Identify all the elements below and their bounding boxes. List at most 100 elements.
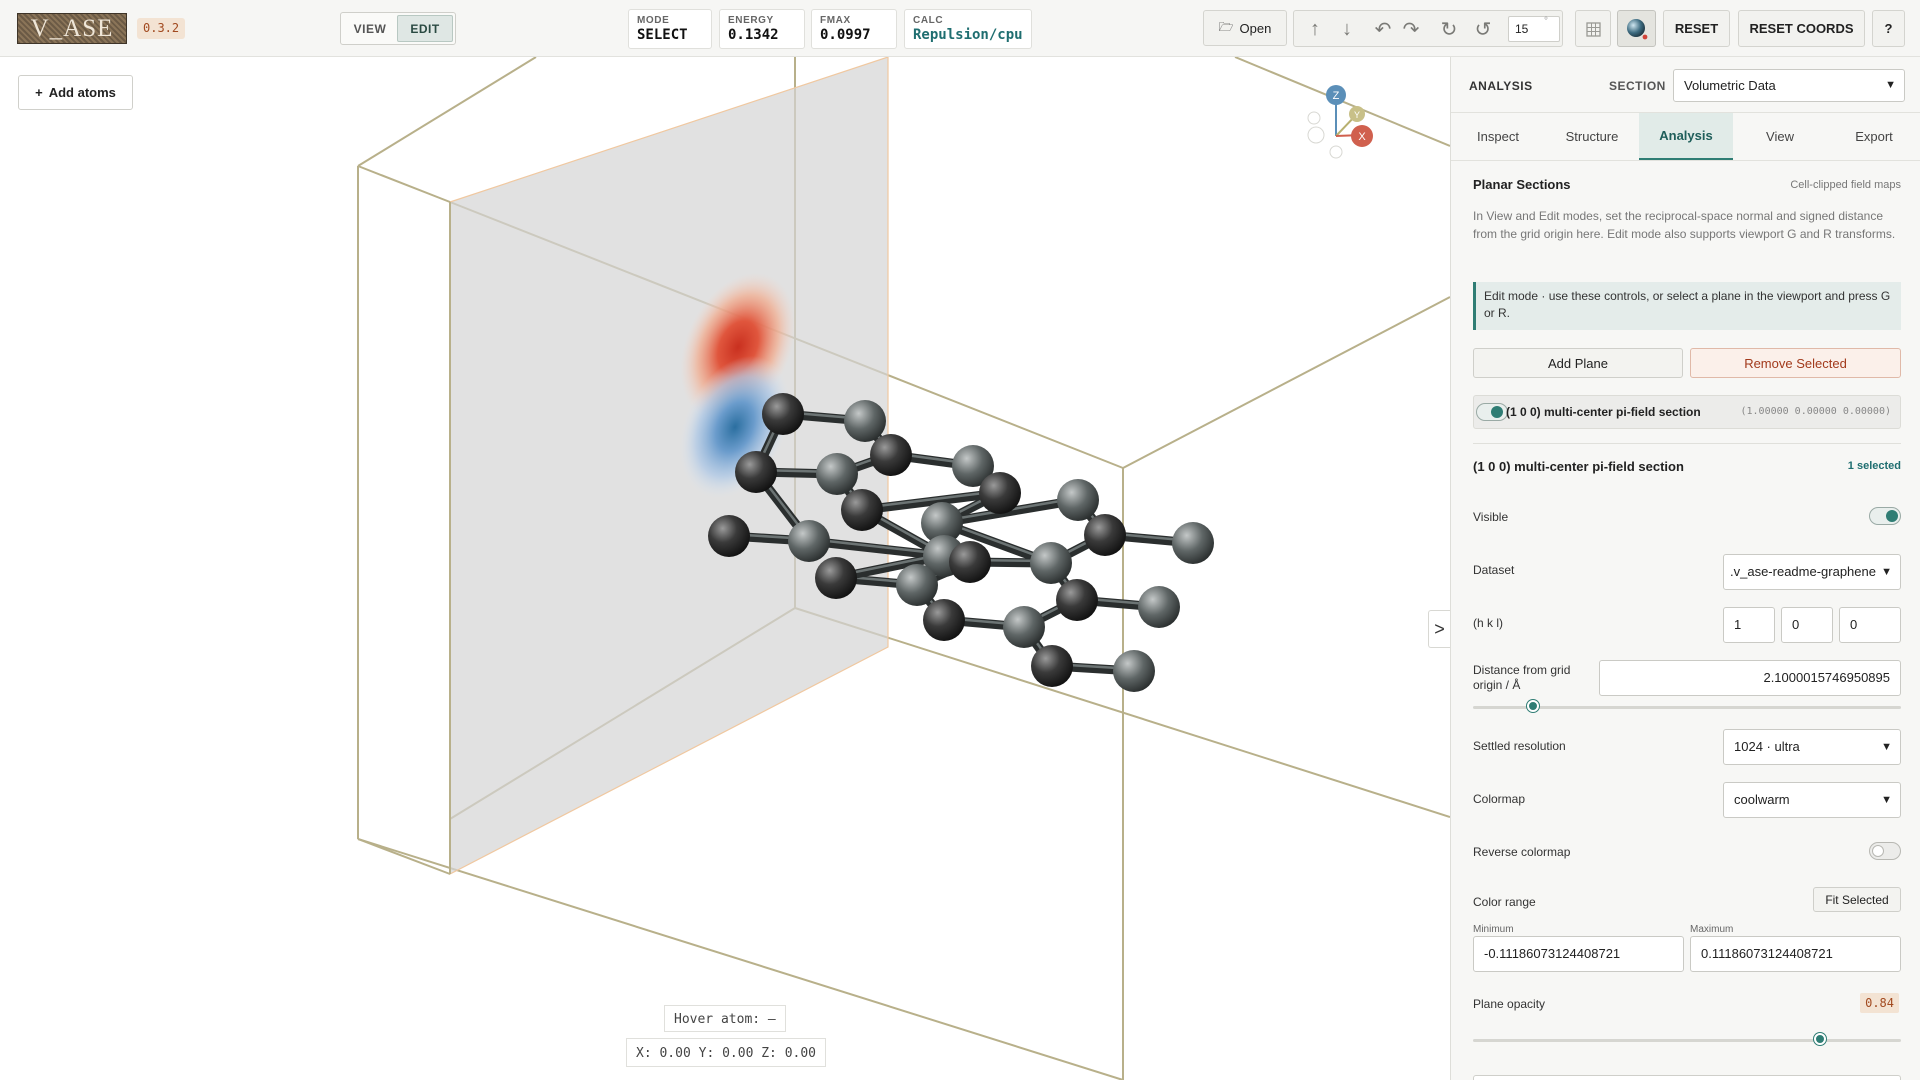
plane-opacity-value: 0.84 bbox=[1860, 993, 1899, 1013]
carbon-atom[interactable] bbox=[979, 472, 1021, 514]
tab-structure[interactable]: Structure bbox=[1545, 113, 1639, 160]
fit-selected-button[interactable]: Fit Selected bbox=[1813, 887, 1901, 912]
carbon-atom[interactable] bbox=[1003, 606, 1045, 648]
carbon-atom[interactable] bbox=[949, 541, 991, 583]
tab-export[interactable]: Export bbox=[1827, 113, 1920, 160]
section-title: Planar Sections bbox=[1473, 177, 1571, 192]
carbon-atom[interactable] bbox=[708, 515, 750, 557]
svg-text:X: X bbox=[1358, 131, 1366, 143]
reverse-colormap-toggle[interactable] bbox=[1869, 842, 1901, 860]
top-bar: V_ASE 0.3.2 VIEW EDIT MODE SELECT ENERGY… bbox=[0, 0, 1920, 57]
edit-mode-button[interactable]: EDIT bbox=[397, 15, 453, 42]
carbon-atom[interactable] bbox=[896, 564, 938, 606]
plane-list-item[interactable]: (1 0 0) multi-center pi-field section (1… bbox=[1473, 395, 1901, 429]
reset-button[interactable]: RESET bbox=[1663, 10, 1730, 47]
mode-stat-value: SELECT bbox=[637, 27, 688, 43]
distance-slider-thumb[interactable] bbox=[1527, 700, 1540, 712]
carbon-atom[interactable] bbox=[870, 434, 912, 476]
mode-stat-label: MODE bbox=[637, 15, 670, 26]
carbon-atom[interactable] bbox=[844, 400, 886, 442]
add-atoms-label: Add atoms bbox=[48, 85, 116, 100]
section-subtitle: Cell-clipped field maps bbox=[1790, 179, 1901, 191]
open-button[interactable]: 🗁 Open bbox=[1203, 10, 1287, 46]
resolution-label: Settled resolution bbox=[1473, 739, 1566, 753]
add-atoms-button[interactable]: + Add atoms bbox=[18, 75, 133, 110]
carbon-atom[interactable] bbox=[1113, 650, 1155, 692]
h-index-input[interactable]: 1 bbox=[1723, 607, 1775, 643]
plus-icon: + bbox=[35, 85, 43, 100]
scene-canvas[interactable]: Z Y X bbox=[0, 57, 1450, 1080]
carbon-atom[interactable] bbox=[735, 451, 777, 493]
panel-header: ANALYSIS SECTION Volumetric Data ▼ bbox=[1451, 57, 1920, 113]
help-button[interactable]: ? bbox=[1872, 10, 1905, 47]
unit-cell-front bbox=[357, 165, 451, 875]
maximum-label: Maximum bbox=[1690, 924, 1734, 935]
carbon-atom[interactable] bbox=[923, 599, 965, 641]
3d-viewport[interactable]: Z Y X + Add atoms Hover atom: – X: 0.00 … bbox=[0, 57, 1450, 1080]
selected-count: 1 selected bbox=[1847, 460, 1901, 472]
render-style-button[interactable] bbox=[1617, 10, 1656, 47]
mode-stat: MODE SELECT bbox=[628, 9, 712, 49]
redo-icon[interactable]: ↷ bbox=[1398, 17, 1424, 41]
distance-label: Distance from grid origin / Å bbox=[1473, 663, 1571, 692]
rotation-angle-input[interactable]: 15 bbox=[1508, 16, 1560, 42]
carbon-atom[interactable] bbox=[1138, 586, 1180, 628]
view-mode-button[interactable]: VIEW bbox=[343, 15, 397, 42]
dataset-select[interactable]: .v_ase-readme-graphene ▼ bbox=[1723, 554, 1901, 590]
carbon-atom[interactable] bbox=[1056, 579, 1098, 621]
axes-gizmo[interactable]: Z Y X bbox=[1307, 85, 1373, 159]
carbon-atom[interactable] bbox=[1030, 542, 1072, 584]
fmax-stat-value: 0.0997 bbox=[820, 27, 871, 43]
carbon-atom[interactable] bbox=[1172, 522, 1214, 564]
tab-analysis[interactable]: Analysis bbox=[1639, 113, 1733, 160]
energy-stat: ENERGY 0.1342 bbox=[719, 9, 805, 49]
carbon-atom[interactable] bbox=[1084, 514, 1126, 556]
carbon-atom[interactable] bbox=[788, 520, 830, 562]
section-select[interactable]: Volumetric Data ▼ bbox=[1673, 69, 1905, 102]
rotate-cw-icon[interactable]: ↻ bbox=[1436, 17, 1462, 41]
remove-selected-button[interactable]: Remove Selected bbox=[1690, 348, 1901, 378]
collapse-panel-button[interactable]: > bbox=[1428, 610, 1450, 648]
visible-toggle[interactable] bbox=[1869, 507, 1901, 525]
k-index-input[interactable]: 0 bbox=[1781, 607, 1833, 643]
rotate-down-icon[interactable]: ↓ bbox=[1334, 17, 1360, 41]
cell-toggle-button[interactable] bbox=[1575, 10, 1611, 47]
plane-enabled-toggle[interactable] bbox=[1476, 403, 1508, 421]
resolution-select[interactable]: 1024 · ultra ▼ bbox=[1723, 729, 1901, 765]
maximum-input[interactable]: 0.11186073124408721 bbox=[1690, 936, 1901, 972]
carbon-atom[interactable] bbox=[841, 489, 883, 531]
section-select-value: Volumetric Data bbox=[1684, 78, 1776, 93]
plane-opacity-label: Plane opacity bbox=[1473, 997, 1546, 1011]
open-button-label: Open bbox=[1239, 20, 1272, 36]
opacity-slider-track[interactable] bbox=[1473, 1039, 1901, 1042]
dataset-select-value: .v_ase-readme-graphene bbox=[1730, 564, 1876, 579]
reset-coords-button[interactable]: RESET COORDS bbox=[1738, 10, 1865, 47]
color-range-label: Color range bbox=[1473, 895, 1536, 909]
rotate-ccw-icon[interactable]: ↺ bbox=[1470, 17, 1496, 41]
carbon-atom[interactable] bbox=[815, 557, 857, 599]
add-plane-button[interactable]: Add Plane bbox=[1473, 348, 1683, 378]
divider bbox=[1473, 443, 1901, 444]
rotate-up-icon[interactable]: ↑ bbox=[1302, 17, 1328, 41]
colormap-select[interactable]: coolwarm ▼ bbox=[1723, 782, 1901, 818]
opacity-slider-thumb[interactable] bbox=[1814, 1033, 1827, 1045]
chevron-down-icon: ▼ bbox=[1881, 794, 1892, 806]
minimum-label: Minimum bbox=[1473, 924, 1514, 935]
tab-view[interactable]: View bbox=[1733, 113, 1827, 160]
energy-stat-value: 0.1342 bbox=[728, 27, 779, 43]
l-index-input[interactable]: 0 bbox=[1839, 607, 1901, 643]
plane-list-item-vector: (1.00000 0.00000 0.00000) bbox=[1740, 406, 1891, 417]
tab-inspect[interactable]: Inspect bbox=[1451, 113, 1545, 160]
minimum-input[interactable]: -0.11186073124408721 bbox=[1473, 936, 1684, 972]
edit-mode-hint: Edit mode · use these controls, or selec… bbox=[1473, 282, 1901, 330]
svg-text:Y: Y bbox=[1354, 110, 1360, 120]
colormap-select-value: coolwarm bbox=[1734, 792, 1790, 807]
carbon-atom[interactable] bbox=[1057, 479, 1099, 521]
distance-input[interactable]: 2.1000015746950895 bbox=[1599, 660, 1901, 696]
dataset-label: Dataset bbox=[1473, 563, 1515, 577]
coordinate-readout: X: 0.00 Y: 0.00 Z: 0.00 bbox=[626, 1038, 827, 1067]
undo-icon[interactable]: ↶ bbox=[1370, 17, 1396, 41]
carbon-atom[interactable] bbox=[762, 393, 804, 435]
carbon-atom[interactable] bbox=[1031, 645, 1073, 687]
carbon-atom[interactable] bbox=[816, 453, 858, 495]
